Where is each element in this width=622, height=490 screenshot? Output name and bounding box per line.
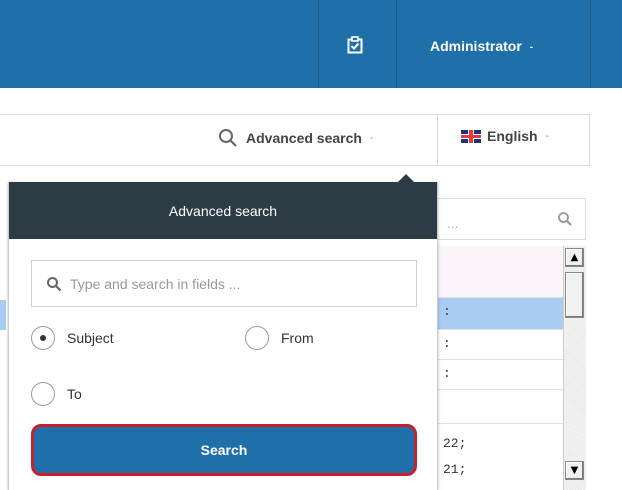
search-button[interactable]: Search [31, 424, 417, 476]
list-item[interactable]: : [437, 330, 564, 360]
top-header-bar: Administrator - [0, 0, 622, 88]
advanced-search-popover: Advanced search Subject From To Search [8, 182, 438, 490]
language-selector[interactable]: English - [461, 128, 549, 144]
radio-subject[interactable]: Subject [31, 326, 114, 350]
search-icon [219, 129, 237, 147]
clipboard-check-icon[interactable] [346, 36, 364, 54]
caret-down-icon: - [369, 132, 374, 144]
header-divider [318, 0, 319, 88]
radio-subject-label: Subject [67, 330, 114, 346]
radio-unchecked-icon[interactable] [31, 382, 55, 406]
search-icon [47, 276, 62, 291]
header-divider [396, 0, 397, 88]
advanced-search-input[interactable] [70, 275, 400, 292]
list-item[interactable]: : [437, 360, 564, 390]
radio-to[interactable]: To [31, 382, 82, 406]
scroll-up-button[interactable]: ▲ [565, 248, 584, 267]
language-label: English [487, 128, 538, 144]
search-icon[interactable] [557, 211, 573, 227]
user-menu-label: Administrator [430, 38, 522, 54]
toolbar-divider [437, 115, 438, 165]
list-search-box[interactable]: ... [436, 198, 586, 240]
radio-checked-icon[interactable] [31, 326, 55, 350]
advanced-search-toggle[interactable]: Advanced search - [218, 128, 373, 148]
list-item[interactable] [437, 246, 564, 298]
user-menu-button[interactable]: Administrator - [430, 38, 533, 54]
selected-row-edge [0, 300, 6, 330]
scrollbar-thumb[interactable] [565, 272, 584, 318]
popover-title: Advanced search [9, 182, 437, 239]
list-item[interactable]: : [437, 298, 564, 330]
caret-down-icon: - [529, 42, 534, 53]
header-divider [590, 0, 591, 88]
uk-flag-icon [461, 129, 481, 143]
message-list: : : : 22; 21; [436, 246, 564, 490]
caret-down-icon: - [545, 130, 549, 142]
radio-unchecked-icon[interactable] [245, 326, 269, 350]
radio-from[interactable]: From [245, 326, 314, 350]
radio-from-label: From [281, 330, 314, 346]
advanced-search-toggle-label: Advanced search [246, 130, 362, 146]
popover-arrow [398, 174, 414, 182]
list-item[interactable]: 22; [437, 424, 564, 458]
radio-to-label: To [67, 386, 82, 402]
list-search-placeholder: ... [447, 217, 459, 231]
scroll-down-button[interactable]: ▼ [565, 461, 584, 480]
list-item[interactable] [437, 390, 564, 424]
list-item[interactable]: 21; [437, 458, 564, 488]
advanced-search-field[interactable] [31, 260, 417, 307]
